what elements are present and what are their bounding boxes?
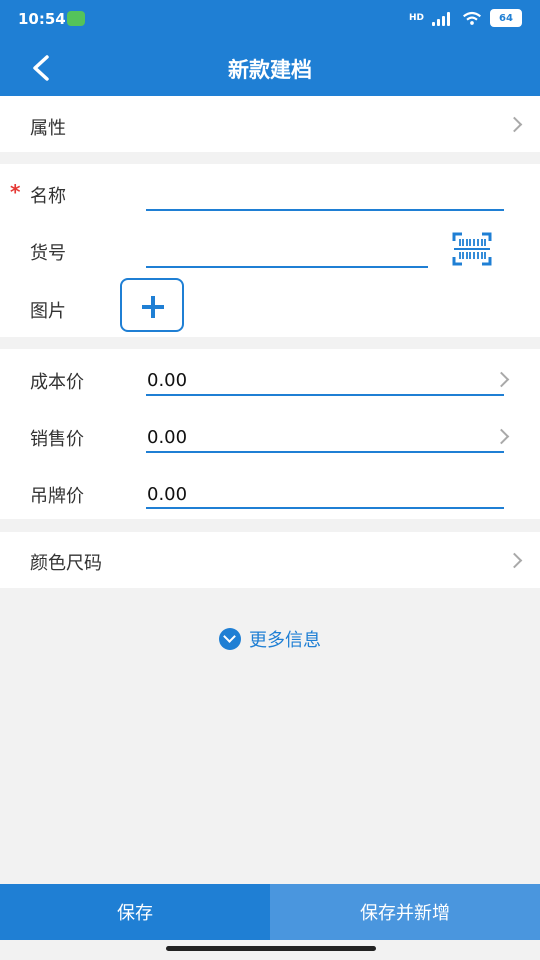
image-label: 图片 [30,301,66,322]
home-indicator [166,946,376,951]
chevron-right-icon [493,371,510,388]
color-size-label: 颜色尺码 [30,553,102,574]
sale-price-value[interactable]: 0.00 [147,427,187,448]
sku-input[interactable] [146,266,428,268]
cost-price-label: 成本价 [30,372,84,393]
sale-price-underline [146,451,504,453]
color-size-row[interactable]: 颜色尺码 [0,532,540,588]
save-and-new-button[interactable]: 保存并新增 [270,884,540,940]
attribute-row[interactable]: 属性 [0,96,540,152]
more-info-toggle[interactable]: 更多信息 [0,626,540,654]
sku-label: 货号 [30,243,66,264]
chevron-right-icon [506,116,523,133]
chevron-right-icon [493,428,510,445]
battery-icon: 64 [490,9,522,27]
tag-price-label: 吊牌价 [30,486,84,507]
page-title: 新款建档 [228,58,312,82]
name-label: 名称 [30,186,66,207]
network-label: HD [408,13,424,23]
name-input[interactable] [146,209,504,211]
basic-info-section: * 名称 货号 图片 [0,164,540,337]
attribute-label: 属性 [30,118,66,139]
cost-price-underline [146,394,504,396]
tag-price-value[interactable]: 0.00 [147,484,187,505]
tag-price-underline [146,507,504,509]
app-notification-icon [67,11,85,26]
navigation-bar: 新款建档 [0,38,540,96]
status-time: 10:54 [18,10,66,28]
price-section: 成本价 0.00 销售价 0.00 吊牌价 0.00 [0,349,540,519]
more-info-label: 更多信息 [249,630,321,651]
sale-price-label: 销售价 [30,429,84,450]
status-icons: HD 64 [409,9,522,27]
add-image-button[interactable] [120,278,184,332]
top-bar: 10:54 HD 64 新款建档 [0,0,540,96]
chevron-down-icon [219,628,241,650]
bottom-action-bar: 保存 保存并新增 [0,884,540,940]
save-button[interactable]: 保存 [0,884,270,940]
status-bar: 10:54 HD 64 [0,0,540,38]
required-marker: * [10,180,21,204]
cost-price-value[interactable]: 0.00 [147,370,187,391]
signal-icon [432,10,454,26]
wifi-icon [463,11,481,25]
chevron-right-icon [506,552,523,569]
barcode-scan-icon[interactable] [452,231,492,267]
